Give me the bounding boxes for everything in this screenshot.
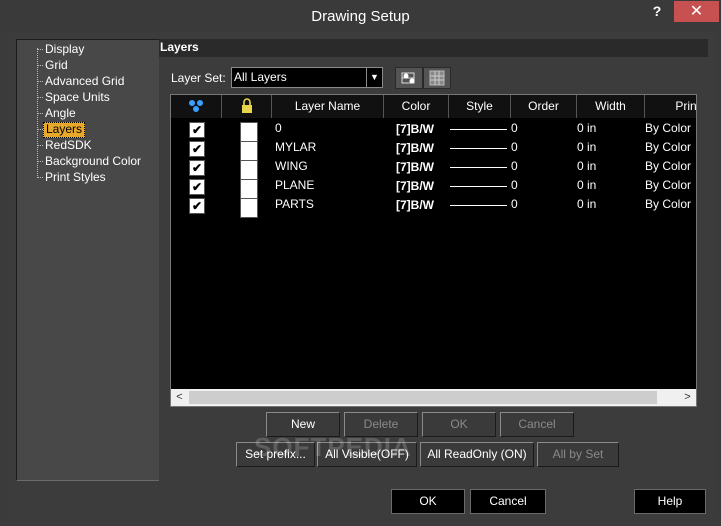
layer-tool-button[interactable] — [395, 67, 423, 89]
locked-checkbox[interactable] — [240, 179, 258, 199]
column-locked[interactable] — [222, 95, 272, 118]
layer-order-cell[interactable]: 0 — [511, 157, 518, 176]
line-style-sample[interactable] — [450, 148, 507, 149]
settings-tree: Display Grid Advanced Grid Space Units A… — [16, 39, 160, 481]
horizontal-scrollbar[interactable]: < > — [171, 389, 696, 406]
layer-tool-icon — [401, 72, 415, 84]
layer-print-cell[interactable]: By Color — [645, 195, 691, 214]
tree-item-print-styles[interactable]: Print Styles — [43, 170, 108, 186]
all-readonly-button[interactable]: All ReadOnly (ON) — [420, 442, 534, 467]
all-by-set-button[interactable]: All by Set — [537, 442, 619, 467]
visible-checkbox[interactable]: ✔ — [189, 141, 205, 157]
tree-item-angle[interactable]: Angle — [43, 106, 78, 122]
column-layer-name[interactable]: Layer Name — [272, 95, 384, 118]
close-icon[interactable]: ✕ — [674, 1, 719, 22]
visible-checkbox[interactable]: ✔ — [189, 160, 205, 176]
layer-grid-icon — [429, 70, 445, 86]
scroll-left-icon[interactable]: < — [171, 389, 188, 406]
drawing-setup-dialog: Drawing Setup ? ✕ Display Grid Advanced … — [0, 0, 721, 526]
layer-width-cell[interactable]: 0 in — [577, 195, 596, 214]
cancel-button[interactable]: Cancel — [470, 489, 546, 514]
tree-item-space-units[interactable]: Space Units — [43, 90, 112, 106]
watermark: SOFTPEDIA — [254, 432, 412, 462]
column-order[interactable]: Order — [511, 95, 577, 118]
locked-checkbox[interactable] — [240, 198, 258, 218]
chevron-down-icon[interactable]: ▼ — [366, 68, 382, 87]
lock-icon — [241, 98, 252, 113]
grid-header: Layer Name Color Style Order Width Print — [171, 95, 696, 118]
tree-item-advanced-grid[interactable]: Advanced Grid — [43, 74, 126, 90]
column-color[interactable]: Color — [384, 95, 449, 118]
scroll-right-icon[interactable]: > — [679, 389, 696, 406]
layer-order-cell[interactable]: 0 — [511, 138, 518, 157]
layer-print-cell[interactable]: By Color — [645, 176, 691, 195]
layer-color-cell[interactable]: [7]B/W — [396, 120, 434, 139]
line-style-sample[interactable] — [450, 205, 507, 206]
layer-name-cell[interactable]: PARTS — [275, 195, 314, 214]
layer-name-cell[interactable]: WING — [275, 157, 308, 176]
cancel-inner-button[interactable]: Cancel — [500, 412, 574, 437]
locked-checkbox[interactable] — [240, 160, 258, 180]
tree-item-display[interactable]: Display — [43, 42, 86, 58]
tree-item-background-color[interactable]: Background Color — [43, 154, 143, 170]
locked-checkbox[interactable] — [240, 141, 258, 161]
layers-panel: Layers Layer Set: All Layers ▼ Layer Nam… — [159, 39, 708, 481]
line-style-sample[interactable] — [450, 167, 507, 168]
visible-checkbox[interactable]: ✔ — [189, 122, 205, 138]
layer-order-cell[interactable]: 0 — [511, 119, 518, 138]
layer-print-cell[interactable]: By Color — [645, 138, 691, 157]
visibility-icon — [189, 100, 203, 112]
layers-grid: Layer Name Color Style Order Width Print… — [170, 94, 697, 407]
layer-set-value: All Layers — [234, 70, 287, 84]
column-print[interactable]: Print — [645, 95, 696, 118]
help-button[interactable]: Help — [634, 489, 706, 514]
tree-guide-line — [37, 48, 38, 176]
layer-color-cell[interactable]: [7]B/W — [396, 177, 434, 196]
layer-set-dropdown[interactable]: All Layers ▼ — [231, 67, 383, 88]
layer-color-cell[interactable]: [7]B/W — [396, 196, 434, 215]
layer-color-cell[interactable]: [7]B/W — [396, 139, 434, 158]
layer-name-cell[interactable]: MYLAR — [275, 138, 316, 157]
title-bar: Drawing Setup ? ✕ — [1, 1, 720, 32]
tree-item-redsdk[interactable]: RedSDK — [43, 138, 94, 154]
layer-print-cell[interactable]: By Color — [645, 119, 691, 138]
panel-title: Layers — [159, 39, 708, 57]
dialog-content: Display Grid Advanced Grid Space Units A… — [9, 32, 714, 519]
scrollbar-thumb[interactable] — [189, 391, 657, 404]
window-title: Drawing Setup — [311, 8, 410, 25]
layer-order-cell[interactable]: 0 — [511, 176, 518, 195]
line-style-sample[interactable] — [450, 129, 507, 130]
column-visible[interactable] — [171, 95, 222, 118]
ok-button[interactable]: OK — [391, 489, 465, 514]
layer-grid-button[interactable] — [423, 67, 451, 89]
visible-checkbox[interactable]: ✔ — [189, 179, 205, 195]
layer-name-cell[interactable]: PLANE — [275, 176, 314, 195]
layer-width-cell[interactable]: 0 in — [577, 157, 596, 176]
layer-order-cell[interactable]: 0 — [511, 195, 518, 214]
visible-checkbox[interactable]: ✔ — [189, 198, 205, 214]
tree-item-grid[interactable]: Grid — [43, 58, 70, 74]
column-style[interactable]: Style — [449, 95, 511, 118]
ok-inner-button[interactable]: OK — [422, 412, 496, 437]
layer-width-cell[interactable]: 0 in — [577, 138, 596, 157]
layer-width-cell[interactable]: 0 in — [577, 176, 596, 195]
layer-set-label: Layer Set: — [171, 71, 226, 85]
layer-width-cell[interactable]: 0 in — [577, 119, 596, 138]
line-style-sample[interactable] — [450, 186, 507, 187]
locked-checkbox[interactable] — [240, 122, 258, 142]
help-icon[interactable]: ? — [646, 1, 668, 22]
layer-name-cell[interactable]: 0 — [275, 119, 282, 138]
column-width[interactable]: Width — [577, 95, 645, 118]
layer-print-cell[interactable]: By Color — [645, 157, 691, 176]
layer-color-cell[interactable]: [7]B/W — [396, 158, 434, 177]
tree-item-layers[interactable]: Layers — [43, 122, 86, 138]
